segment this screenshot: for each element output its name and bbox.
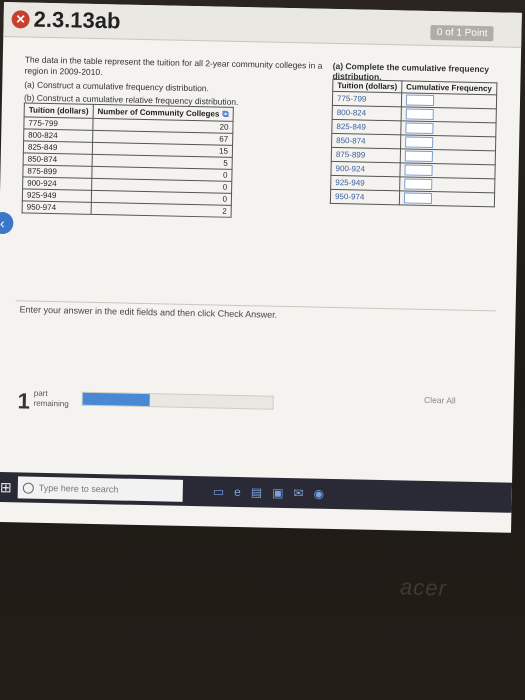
answer-tuition-cell: 850-874: [331, 133, 401, 149]
taskbar-icons: ▭ e ▤ ▣ ✉ ◉: [213, 484, 325, 500]
points-badge: 0 of 1 Point: [430, 24, 494, 42]
tuition-range-cell: 950-974: [22, 200, 92, 215]
file-explorer-icon[interactable]: ▤: [251, 485, 263, 499]
copy-data-icon[interactable]: ⧉: [222, 109, 229, 120]
cumulative-frequency-input[interactable]: [403, 192, 432, 205]
answer-tuition-cell: 925-949: [330, 175, 400, 191]
cumulative-frequency-input[interactable]: [405, 108, 434, 121]
taskbar: ⊞ Type here to search ▭ e ▤ ▣ ✉ ◉: [0, 471, 513, 513]
chevron-left-icon: ‹: [0, 214, 5, 232]
cortana-icon: [22, 482, 34, 494]
store-icon[interactable]: ▣: [272, 486, 284, 500]
table-row: 950-974: [330, 189, 495, 207]
title-group: ✕ 2.3.13ab: [11, 6, 121, 34]
instructions-text: Enter your answer in the edit fields and…: [19, 304, 278, 320]
mail-icon[interactable]: ✉: [293, 486, 303, 500]
page-title: 2.3.13ab: [33, 6, 121, 34]
chrome-icon[interactable]: ◉: [313, 487, 324, 501]
windows-start-icon[interactable]: ⊞: [0, 478, 18, 495]
taskbar-search-input[interactable]: Type here to search: [17, 476, 184, 502]
answer-tuition-cell: 825-849: [331, 119, 401, 135]
header-bar: ✕ 2.3.13ab 0 of 1 Point: [3, 2, 522, 48]
photo-frame: ✕ 2.3.13ab 0 of 1 Point ‹ The data in th…: [0, 0, 525, 700]
clear-all-button[interactable]: Clear All: [424, 395, 456, 406]
answer-table: Tuition (dollars) Cumulative Frequency 7…: [330, 79, 497, 207]
cumulative-frequency-input[interactable]: [404, 136, 434, 149]
source-data-table: Tuition (dollars) Number of Community Co…: [22, 102, 234, 218]
parts-remaining-label: part remaining: [33, 388, 69, 409]
answer-tuition-cell: 800-824: [332, 105, 402, 121]
cumulative-frequency-input[interactable]: [404, 178, 433, 191]
previous-question-button[interactable]: ‹: [0, 211, 14, 235]
incorrect-icon: ✕: [11, 10, 30, 29]
cumulative-frequency-input[interactable]: [404, 150, 433, 163]
answer-tuition-cell: 775-799: [332, 91, 402, 107]
progress-bar: [81, 391, 274, 410]
cumulative-frequency-input[interactable]: [404, 164, 433, 177]
parts-remaining-count: 1: [17, 388, 31, 414]
college-count-cell: 2: [90, 202, 232, 218]
cumulative-frequency-input[interactable]: [405, 94, 434, 107]
answer-tuition-cell: 950-974: [330, 189, 400, 205]
task-view-icon[interactable]: ▭: [213, 484, 225, 498]
cumulative-frequency-cell: [399, 190, 495, 207]
tuition-header: Tuition (dollars): [24, 102, 94, 119]
edge-browser-icon[interactable]: e: [234, 485, 241, 499]
browser-screen: ✕ 2.3.13ab 0 of 1 Point ‹ The data in th…: [0, 2, 522, 533]
answer-tuition-cell: 875-899: [331, 147, 401, 163]
cumulative-frequency-input[interactable]: [405, 122, 434, 135]
acer-logo: acer: [399, 574, 448, 601]
progress-fill: [82, 392, 150, 407]
answer-tuition-cell: 900-924: [330, 161, 401, 177]
problem-intro: The data in the table represent the tuit…: [24, 54, 323, 78]
